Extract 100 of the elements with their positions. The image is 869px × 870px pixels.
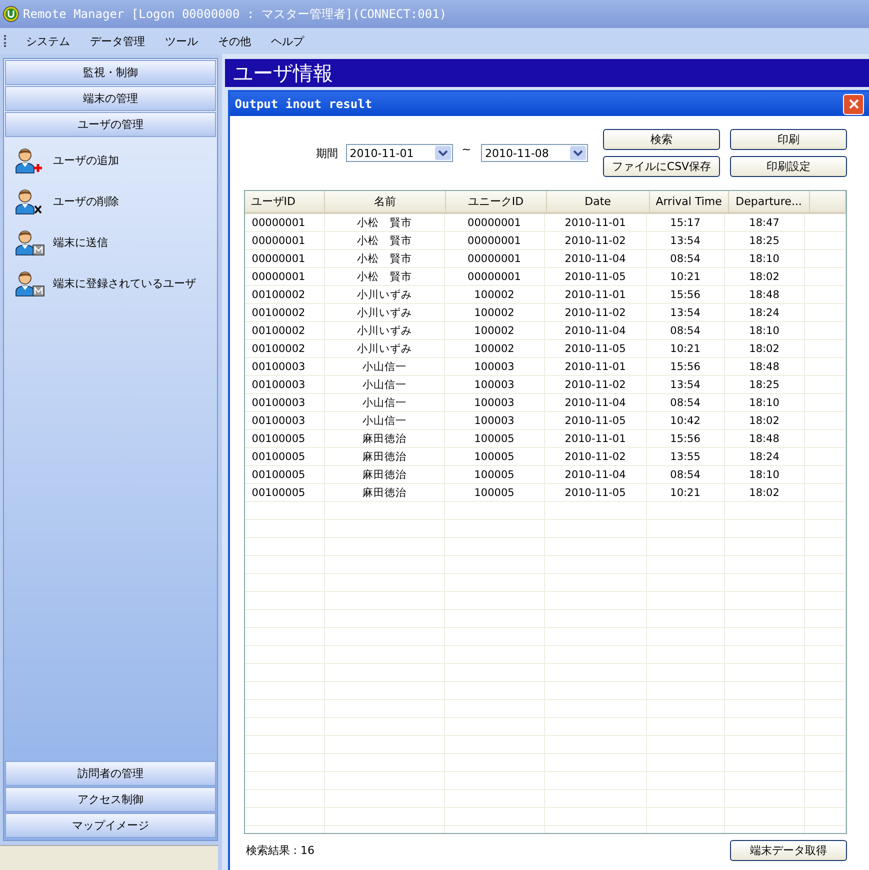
section-button[interactable]: アクセス制御 xyxy=(5,787,216,812)
menu-item[interactable]: システム xyxy=(24,32,72,50)
section-button[interactable]: ユーザの管理 xyxy=(5,112,216,137)
fetch-button[interactable]: 端末データ取得 xyxy=(730,840,847,860)
table-cell: 00100003 xyxy=(252,396,306,408)
table-cell: 100005 xyxy=(474,486,514,498)
table-cell: 小松 賢市 xyxy=(356,216,412,230)
sidebar-item[interactable]: ユーザの追加 xyxy=(53,152,119,168)
table-cell: 13:54 xyxy=(670,234,700,246)
table-cell: 08:54 xyxy=(670,324,700,336)
table-cell: 小川いずみ xyxy=(356,342,412,356)
table-cell: 18:47 xyxy=(749,216,780,228)
table-cell: 2010-11-05 xyxy=(564,270,626,282)
sidebar-item[interactable]: ユーザの削除 xyxy=(53,194,119,208)
user-add-icon[interactable] xyxy=(13,146,45,174)
table-cell: 100005 xyxy=(474,450,514,462)
table-cell: 100002 xyxy=(474,306,514,318)
table-cell: 15:17 xyxy=(670,216,700,228)
table-cell: 00100003 xyxy=(252,360,306,372)
section-button[interactable]: 端末の管理 xyxy=(5,86,216,111)
action-button[interactable]: 検索 xyxy=(603,129,720,150)
table-cell: 00100003 xyxy=(252,378,306,390)
table-cell: 00100003 xyxy=(252,414,306,426)
table-cell: 100002 xyxy=(474,324,514,336)
table-cell: 2010-11-01 xyxy=(564,216,626,228)
table-cell: 小山信一 xyxy=(362,396,406,410)
table-cell: 小松 賢市 xyxy=(356,252,412,266)
user-mail-icon[interactable] xyxy=(13,228,45,256)
table-cell: 08:54 xyxy=(670,252,700,264)
action-button[interactable]: 印刷 xyxy=(730,129,847,150)
table-cell: 00000001 xyxy=(468,270,521,282)
table-cell: 2010-11-05 xyxy=(564,342,626,354)
action-button[interactable]: 印刷設定 xyxy=(730,156,847,177)
result-count: 検索結果 : 16 xyxy=(246,842,314,858)
table-cell: 麻田徳治 xyxy=(362,486,406,500)
dialog-title: Output inout result xyxy=(234,97,372,111)
table-cell: 18:25 xyxy=(749,234,780,246)
date-dropdown[interactable]: 2010-11-08 xyxy=(481,144,588,162)
table-cell: 2010-11-04 xyxy=(564,252,626,264)
table-cell: 15:56 xyxy=(670,288,700,300)
table-cell: 小松 賢市 xyxy=(356,234,412,248)
app-logo-icon xyxy=(3,6,19,22)
column-header[interactable]: Departure... xyxy=(728,191,810,212)
table-cell: 100005 xyxy=(474,432,514,444)
table-cell: 18:02 xyxy=(749,342,780,354)
menu-item[interactable]: データ管理 xyxy=(88,32,147,50)
table-cell: 18:10 xyxy=(749,468,780,480)
table-cell: 00100005 xyxy=(252,468,306,480)
table-cell: 麻田徳治 xyxy=(362,432,406,446)
table-cell: 10:21 xyxy=(670,270,700,282)
table-cell: 00100005 xyxy=(252,450,306,462)
table-cell: 00100005 xyxy=(252,486,306,498)
range-separator: ~ xyxy=(462,142,471,156)
page-title: ユーザ情報 xyxy=(224,59,869,87)
menu-item[interactable]: ヘルプ xyxy=(269,32,306,50)
table-cell: 10:21 xyxy=(670,342,700,354)
table-cell: 100003 xyxy=(474,378,514,390)
column-header[interactable]: ユニークID xyxy=(446,191,547,212)
sidebar-item[interactable]: 端末に登録されているユーザ xyxy=(53,276,196,290)
table-cell: 00000001 xyxy=(468,234,521,246)
table-cell: 18:24 xyxy=(749,306,780,318)
column-header[interactable]: 名前 xyxy=(324,191,446,212)
table-cell: 小川いずみ xyxy=(356,288,412,302)
table-cell: 18:02 xyxy=(749,486,780,498)
close-icon xyxy=(848,99,858,109)
column-header[interactable]: ユーザID xyxy=(244,191,325,212)
date-dropdown[interactable]: 2010-11-01 xyxy=(346,144,453,162)
section-button[interactable]: マップイメージ xyxy=(5,813,216,838)
table-cell: 00000001 xyxy=(252,270,306,282)
table-cell: 13:54 xyxy=(670,306,700,318)
close-button[interactable] xyxy=(843,94,864,114)
table-cell: 18:02 xyxy=(749,414,780,426)
table-cell: 100003 xyxy=(474,360,514,372)
table-cell: 00000001 xyxy=(468,252,521,264)
menu-item[interactable]: その他 xyxy=(216,32,253,50)
action-button[interactable]: ファイルにCSV保存 xyxy=(603,156,720,177)
table-cell: 18:02 xyxy=(749,270,780,282)
table-cell: 2010-11-02 xyxy=(564,450,626,462)
table-cell: 2010-11-01 xyxy=(564,360,626,372)
table-cell: 100003 xyxy=(474,396,514,408)
menu-item[interactable]: ツール xyxy=(163,32,200,50)
section-button[interactable]: 監視・制御 xyxy=(5,60,216,85)
table-cell: 100002 xyxy=(474,288,514,300)
table-cell: 2010-11-01 xyxy=(564,288,626,300)
table-cell: 18:48 xyxy=(749,432,780,444)
sidebar-item[interactable]: 端末に送信 xyxy=(53,234,108,250)
table-cell: 2010-11-02 xyxy=(564,234,626,246)
table-cell: 08:54 xyxy=(670,468,700,480)
section-button[interactable]: 訪問者の管理 xyxy=(5,761,216,786)
table-cell: 00100002 xyxy=(252,342,306,354)
table-cell: 13:54 xyxy=(670,378,700,390)
table-cell: 18:48 xyxy=(749,360,780,372)
table-cell: 08:54 xyxy=(670,396,700,408)
table-cell: 小松 賢市 xyxy=(356,270,412,284)
table-cell: 2010-11-05 xyxy=(564,486,626,498)
column-header[interactable]: Date xyxy=(546,191,650,212)
user-mail-icon[interactable] xyxy=(13,269,45,297)
table-cell: 2010-11-02 xyxy=(564,378,626,390)
column-header[interactable]: Arrival Time xyxy=(650,191,729,212)
table-cell: 00000001 xyxy=(252,216,306,228)
